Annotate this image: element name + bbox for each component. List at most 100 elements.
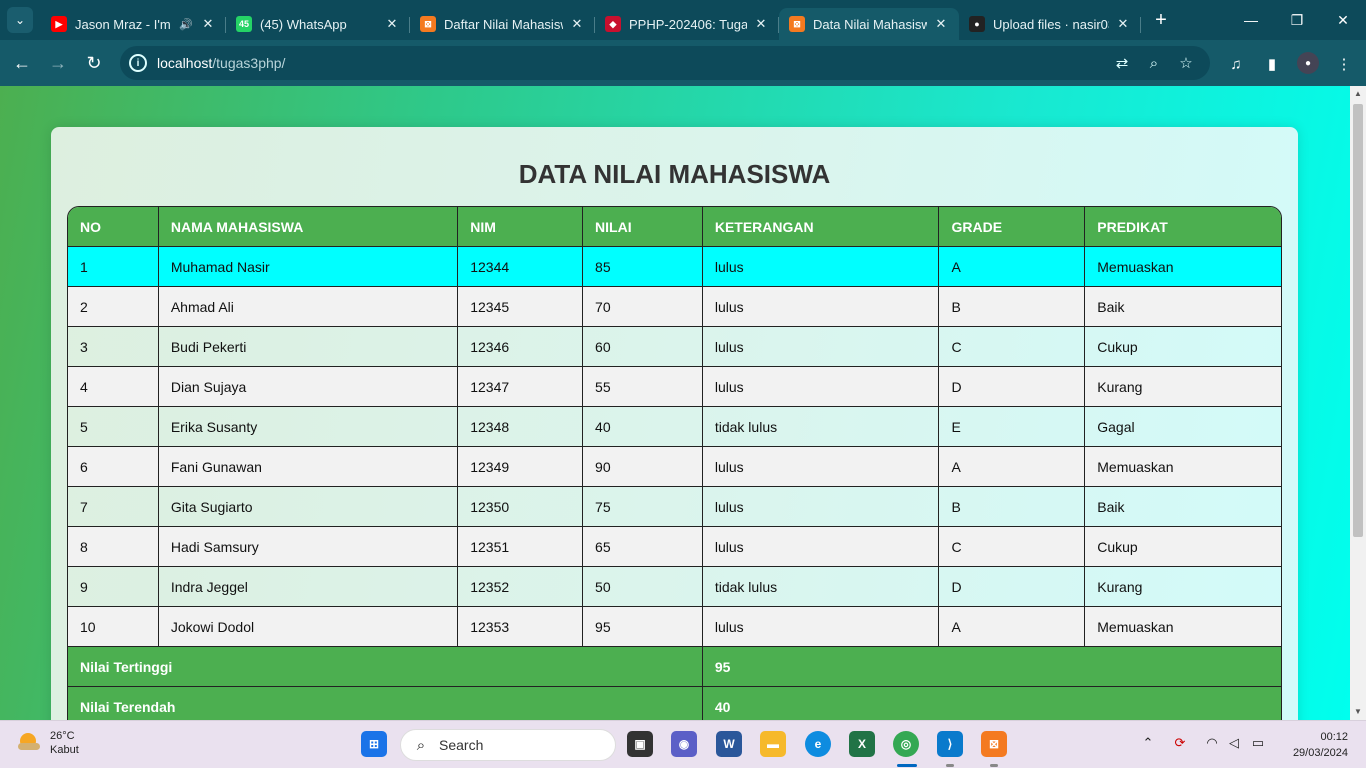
weather-temp: 26°C	[50, 730, 75, 742]
browser-tab[interactable]: 45 (45) WhatsApp ✕	[226, 8, 410, 40]
minimize-button[interactable]: —	[1228, 0, 1274, 40]
grades-table: NO NAMA MAHASISWA NIM NILAI KETERANGAN GRADE P…	[67, 206, 1282, 720]
tab-close-icon[interactable]: ✕	[569, 16, 585, 32]
zoom-icon[interactable]: ⌕	[1144, 53, 1164, 73]
volume-icon[interactable]: ◁	[1224, 735, 1244, 751]
cell-ket: lulus	[702, 447, 940, 487]
menu-kebab-icon[interactable]: ⋮	[1334, 54, 1354, 74]
url-path: /tugas3php/	[212, 55, 286, 71]
summary-label: Nilai Tertinggi	[68, 647, 703, 687]
media-control-icon[interactable]: ♫	[1226, 54, 1246, 74]
task-view-icon[interactable]: ▣	[627, 731, 653, 757]
cell-nim: 12348	[458, 407, 584, 447]
browser-tab[interactable]: ⊠ Data Nilai Mahasiswa ✕	[779, 8, 959, 40]
cell-predikat: Kurang	[1085, 567, 1281, 607]
speaker-icon[interactable]: 🔊	[178, 18, 194, 31]
tab-close-icon[interactable]: ✕	[384, 16, 400, 32]
windows-start-icon[interactable]: ⊞	[361, 731, 387, 757]
cell-ket: tidak lulus	[702, 407, 940, 447]
tab-title: Upload files · nasir03/	[993, 16, 1109, 32]
word-icon[interactable]: W	[716, 731, 742, 757]
cell-nama: Dian Sujaya	[158, 367, 459, 407]
cell-nilai: 85	[583, 247, 703, 287]
restore-icon: ❐	[1290, 11, 1304, 28]
teams-chat-icon[interactable]: ◉	[671, 731, 697, 757]
forward-button[interactable]: →	[40, 45, 76, 81]
scroll-up-icon[interactable]: ▲	[1350, 86, 1366, 102]
tab-close-icon[interactable]: ✕	[200, 16, 216, 32]
system-clock[interactable]: 00:12 29/03/2024	[1293, 729, 1348, 761]
back-button[interactable]: ←	[4, 45, 40, 81]
cell-no: 5	[68, 407, 159, 447]
table-row: 2 Ahmad Ali 12345 70 lulus B Baik	[68, 287, 1281, 327]
close-window-button[interactable]: ✕	[1320, 0, 1366, 40]
cell-nim: 12347	[458, 367, 584, 407]
reload-icon: ↻	[86, 52, 102, 73]
tab-favicon-icon: ●	[969, 16, 985, 32]
summary-row: Nilai Tertinggi 95	[68, 647, 1281, 687]
cell-grade: A	[939, 247, 1086, 287]
summary-label: Nilai Terendah	[68, 687, 703, 720]
cell-predikat: Cukup	[1085, 327, 1281, 367]
browser-tab[interactable]: ▶ Jason Mraz - I'm Y 🔊 ✕	[41, 8, 226, 40]
minimize-icon: —	[1244, 12, 1258, 28]
chevron-up-icon[interactable]: ⌃	[1138, 735, 1158, 751]
reload-button[interactable]: ↻	[76, 45, 112, 81]
table-row: 5 Erika Susanty 12348 40 tidak lulus E Gagal	[68, 407, 1281, 447]
table-row: 10 Jokowi Dodol 12353 95 lulus A Memuaskan	[68, 607, 1281, 647]
tab-favicon-icon: ⊠	[789, 16, 805, 32]
new-tab-button[interactable]: +	[1147, 9, 1175, 32]
cell-ket: lulus	[702, 607, 940, 647]
summary-value: 95	[702, 647, 1281, 687]
address-bar[interactable]: i localhost/tugas3php/ ⇄ ⌕ ☆	[120, 46, 1210, 80]
table-row: 7 Gita Sugiarto 12350 75 lulus B Baik	[68, 487, 1281, 527]
side-panel-icon[interactable]: ▮	[1262, 54, 1282, 74]
profile-avatar[interactable]: ●	[1297, 52, 1319, 74]
tab-close-icon[interactable]: ✕	[753, 16, 769, 32]
scrollbar-thumb[interactable]	[1353, 104, 1363, 537]
translate-icon[interactable]: ⇄	[1112, 53, 1132, 73]
chrome-icon[interactable]: ◎	[893, 731, 919, 757]
vertical-scrollbar[interactable]: ▲ ▼	[1350, 86, 1366, 720]
tab-close-icon[interactable]: ✕	[1115, 16, 1131, 32]
scroll-down-icon[interactable]: ▼	[1350, 704, 1366, 720]
xampp-icon[interactable]: ⊠	[981, 731, 1007, 757]
column-header: GRADE	[939, 207, 1086, 247]
table-row: 6 Fani Gunawan 12349 90 lulus A Memuaskan	[68, 447, 1281, 487]
browser-tab[interactable]: ⊠ Daftar Nilai Mahasisw ✕	[410, 8, 595, 40]
column-header: NILAI	[583, 207, 703, 247]
tab-title: Daftar Nilai Mahasisw	[444, 16, 563, 32]
cell-nama: Muhamad Nasir	[158, 247, 459, 287]
cell-nim: 12350	[458, 487, 584, 527]
file-explorer-icon[interactable]: ▬	[760, 731, 786, 757]
taskbar-search[interactable]: ⌕ Search	[400, 729, 616, 761]
wifi-icon[interactable]: ◠	[1202, 735, 1222, 751]
browser-tab[interactable]: ◆ PPHP-202406: Tugas ✕	[595, 8, 779, 40]
weather-widget[interactable]: 26°C Kabut	[18, 729, 79, 757]
cell-nilai: 95	[583, 607, 703, 647]
content-card: DATA NILAI MAHASISWA NO NAMA MAHASISWA NIM…	[51, 127, 1298, 720]
tab-title: Data Nilai Mahasiswa	[813, 16, 927, 32]
cell-nama: Gita Sugiarto	[158, 487, 459, 527]
browser-tab[interactable]: ● Upload files · nasir03/ ✕	[959, 8, 1141, 40]
bookmark-star-icon[interactable]: ☆	[1176, 53, 1196, 73]
tab-separator	[1140, 17, 1141, 33]
column-header: PREDIKAT	[1085, 207, 1281, 247]
site-info-icon[interactable]: i	[129, 54, 147, 72]
restore-button[interactable]: ❐	[1274, 0, 1320, 40]
excel-icon[interactable]: X	[849, 731, 875, 757]
cell-ket: lulus	[702, 527, 940, 567]
cell-predikat: Memuaskan	[1085, 247, 1281, 287]
arrow-right-icon: →	[49, 52, 67, 73]
cell-nilai: 60	[583, 327, 703, 367]
cell-nama: Jokowi Dodol	[158, 607, 459, 647]
table-summary: Nilai Tertinggi 95 Nilai Terendah 40	[68, 647, 1281, 720]
tab-search-button[interactable]: ⌄	[7, 7, 33, 33]
cell-predikat: Baik	[1085, 287, 1281, 327]
sync-icon[interactable]: ⟳	[1170, 735, 1190, 751]
cell-grade: A	[939, 447, 1086, 487]
vscode-icon[interactable]: ⟩	[937, 731, 963, 757]
battery-icon[interactable]: ▭	[1248, 735, 1268, 751]
edge-icon[interactable]: e	[805, 731, 831, 757]
tab-close-icon[interactable]: ✕	[933, 16, 949, 32]
